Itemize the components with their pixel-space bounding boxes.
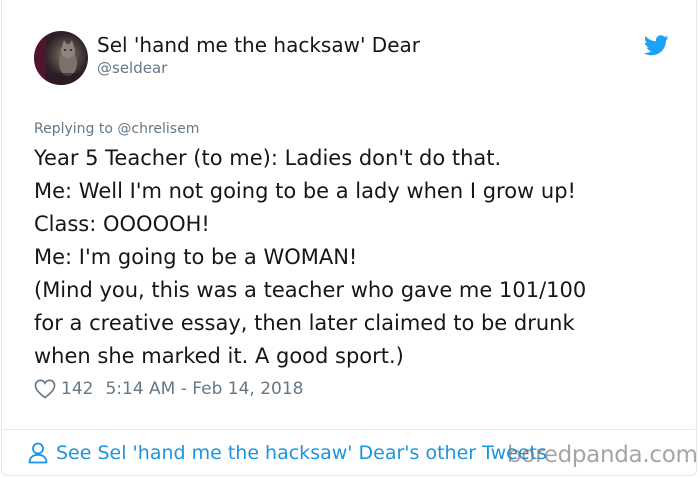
tweet-meta: 142 5:14 AM - Feb 14, 2018 [34,378,303,400]
tweet-card: Sel 'hand me the hacksaw' Dear @seldear … [1,0,698,476]
tweet-text-line: (Mind you, this was a teacher who gave m… [34,278,587,302]
tweet-text-line: when she marked it. A good sport.) [34,344,404,368]
tweet-text: Year 5 Teacher (to me): Ladies don't do … [34,142,684,373]
tweet-text-line: Me: I'm going to be a WOMAN! [34,245,358,269]
twitter-bird-icon[interactable] [644,35,669,56]
person-icon [28,442,48,464]
display-name[interactable]: Sel 'hand me the hacksaw' Dear [97,33,420,57]
divider [3,429,695,430]
avatar[interactable] [34,31,88,85]
like-count[interactable]: 142 [61,379,93,399]
see-other-tweets-link[interactable]: See Sel 'hand me the hacksaw' Dear's oth… [28,441,547,465]
user-handle[interactable]: @seldear [97,59,167,77]
tweet-text-line: for a creative essay, then later claimed… [34,311,575,335]
tweet-text-line: Class: OOOOOH! [34,212,210,236]
watermark: boredpanda.com [507,442,698,468]
tweet-text-line: Me: Well I'm not going to be a lady when… [34,179,576,203]
see-other-tweets-label[interactable]: See Sel 'hand me the hacksaw' Dear's oth… [56,441,547,465]
timestamp[interactable]: 5:14 AM - Feb 14, 2018 [105,379,303,399]
replying-to[interactable]: Replying to @chrelisem [34,121,199,138]
heart-icon[interactable] [34,379,56,399]
tweet-text-line: Year 5 Teacher (to me): Ladies don't do … [34,146,502,170]
cat-photo-icon [34,31,88,85]
